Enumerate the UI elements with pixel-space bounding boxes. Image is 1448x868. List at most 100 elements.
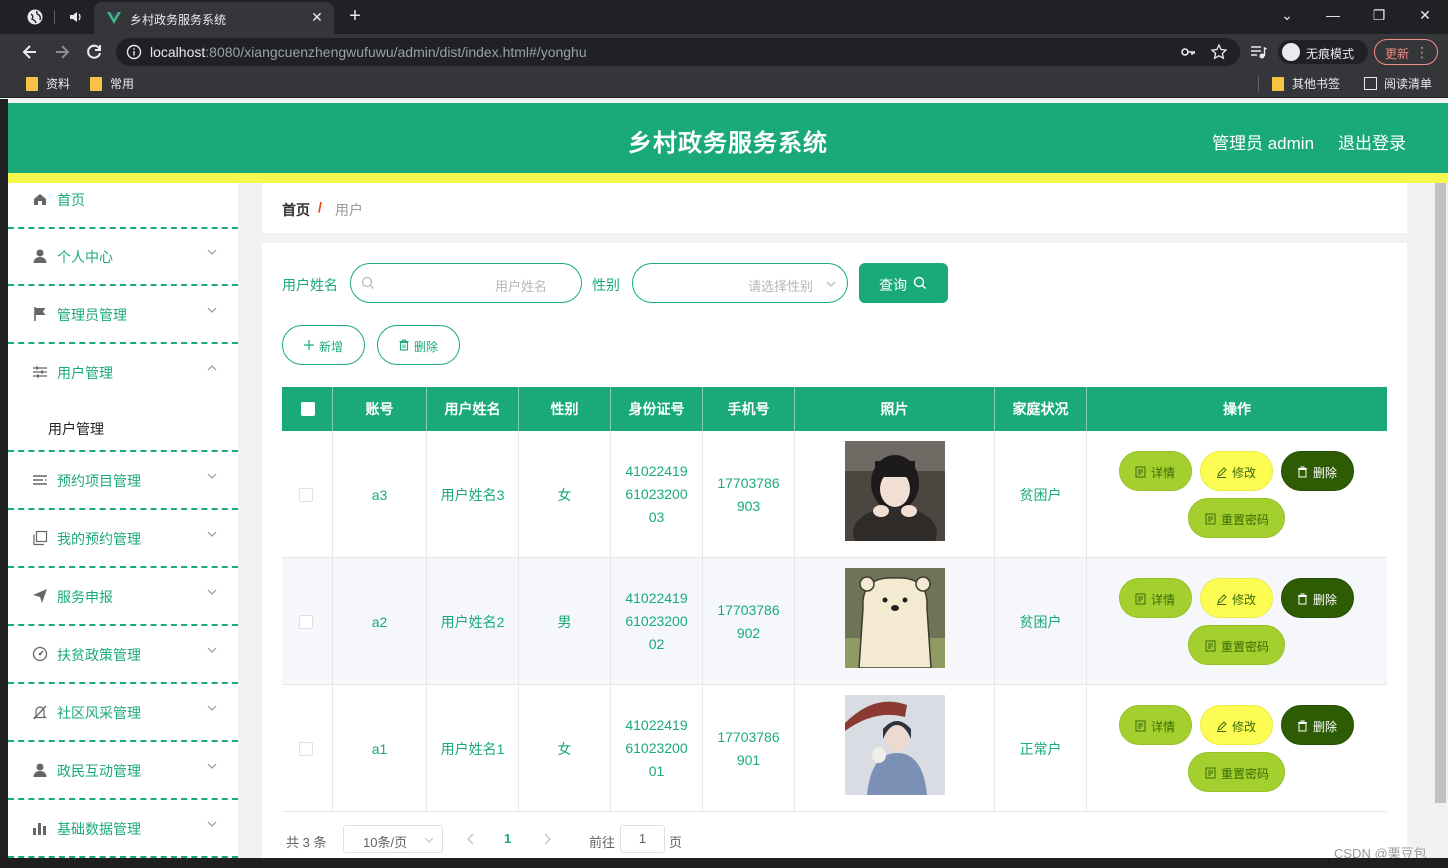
sidebar-item-my-appointments[interactable]: 我的预约管理 [8, 510, 238, 568]
page-size-select[interactable]: 10条/页 [343, 825, 443, 853]
name-cell: 用户姓名2 [427, 558, 519, 685]
close-tab-icon[interactable]: ✕ [308, 8, 326, 26]
sidebar-item-home[interactable]: 首页 [8, 171, 238, 229]
breadcrumb-home[interactable]: 首页 [282, 200, 310, 220]
document-icon [1205, 513, 1216, 525]
photo-cell [795, 685, 995, 812]
row-checkbox[interactable] [299, 488, 313, 502]
page-left-edge [0, 99, 8, 868]
sidebar-item-citizen-interaction[interactable]: 政民互动管理 [8, 742, 238, 800]
logout-link[interactable]: 退出登录 [1338, 129, 1406, 154]
goto-page-input[interactable]: 1 [620, 825, 665, 853]
add-button[interactable]: 新增 [282, 325, 365, 365]
detail-button[interactable]: 详情 [1119, 451, 1192, 491]
media-control-icon[interactable] [1248, 42, 1268, 62]
edit-button[interactable]: 修改 [1200, 451, 1273, 491]
url-text[interactable]: localhost:8080/xiangcuenzhengwufuwu/admi… [150, 44, 587, 60]
column-header[interactable]: 账号 [333, 387, 427, 431]
folder-icon [1272, 77, 1284, 91]
sidebar-item-admin-management[interactable]: 管理员管理 [8, 286, 238, 344]
scrollbar-thumb[interactable] [1435, 183, 1446, 803]
sidebar-item-community-showcase[interactable]: 社区风采管理 [8, 684, 238, 742]
sidebar-item-appointment-projects[interactable]: 预约项目管理 [8, 452, 238, 510]
detail-button[interactable]: 详情 [1119, 705, 1192, 745]
user-photo[interactable] [845, 441, 945, 541]
sidebar-item-personal-center[interactable]: 个人中心 [8, 228, 238, 286]
gender-cell: 男 [519, 558, 611, 685]
column-header[interactable]: 手机号 [703, 387, 795, 431]
bookmark-folder-other[interactable]: 其他书签 [1270, 76, 1340, 92]
update-label: 更新 [1385, 47, 1410, 61]
close-window-icon[interactable]: ✕ [1412, 4, 1438, 26]
document-icon [1205, 640, 1216, 652]
column-header[interactable]: 身份证号 [611, 387, 703, 431]
sliders-icon [33, 366, 47, 378]
speaker-icon[interactable] [66, 8, 84, 26]
batch-delete-button[interactable]: 删除 [377, 325, 460, 365]
delete-button[interactable]: 删除 [1281, 705, 1354, 745]
chevron-down-icon [207, 647, 217, 653]
more-menu-icon[interactable]: ⋮ [1415, 44, 1429, 60]
bookmark-folder-ziliao[interactable]: 资料 [24, 76, 70, 92]
detail-button[interactable]: 详情 [1119, 578, 1192, 618]
query-button[interactable]: 查询 [859, 263, 948, 303]
globe-icon[interactable] [26, 8, 44, 26]
submenu-item-user-management[interactable]: 用户管理 [48, 419, 104, 439]
page-unit-label: 页 [669, 835, 683, 850]
row-checkbox[interactable] [299, 615, 313, 629]
user-photo[interactable] [845, 568, 945, 668]
reload-icon[interactable] [83, 41, 105, 63]
sidebar-item-basic-data[interactable]: 基础数据管理 [8, 800, 238, 858]
reading-list[interactable]: 阅读清单 [1362, 76, 1432, 92]
reset-password-button[interactable]: 重置密码 [1188, 625, 1285, 665]
chevron-down-icon [424, 837, 434, 843]
sidebar-item-service-declaration[interactable]: 服务申报 [8, 568, 238, 626]
key-icon[interactable] [1180, 44, 1196, 60]
forward-icon[interactable] [51, 41, 73, 63]
column-header[interactable]: 用户姓名 [427, 387, 519, 431]
table-row: a2 用户姓名2 男 410224196102320002 1770378690… [282, 558, 1387, 685]
star-icon[interactable] [1210, 43, 1228, 61]
name-search-input[interactable]: 用户姓名 [350, 263, 582, 303]
copy-icon [33, 530, 48, 546]
back-icon[interactable] [19, 41, 41, 63]
update-button[interactable]: 更新 ⋮ [1374, 39, 1438, 65]
row-select-cell [282, 431, 333, 558]
next-page-icon[interactable] [540, 831, 554, 847]
reset-password-button[interactable]: 重置密码 [1188, 752, 1285, 792]
edit-button[interactable]: 修改 [1200, 705, 1273, 745]
pagination-total: 共 3 条 [286, 835, 327, 850]
column-header[interactable]: 照片 [795, 387, 995, 431]
current-page-number[interactable]: 1 [504, 831, 511, 846]
incognito-indicator[interactable]: 无痕模式 [1278, 40, 1368, 64]
sidebar-item-poverty-policy[interactable]: 扶贫政策管理 [8, 626, 238, 684]
photo-cell [795, 558, 995, 685]
active-tab[interactable]: 乡村政务服务系统 ✕ [94, 2, 334, 34]
edit-button[interactable]: 修改 [1200, 578, 1273, 618]
column-header[interactable]: 操作 [1087, 387, 1387, 431]
tab-search-icon[interactable]: ⌄ [1274, 4, 1300, 26]
user-icon [33, 763, 47, 777]
bookmark-label: 资料 [46, 77, 71, 91]
restore-icon[interactable]: ❐ [1366, 4, 1392, 26]
address-bar[interactable]: localhost:8080/xiangcuenzhengwufuwu/admi… [116, 38, 1240, 66]
column-header[interactable]: 性别 [519, 387, 611, 431]
new-tab-icon[interactable]: + [344, 5, 366, 27]
prev-page-icon[interactable] [464, 831, 478, 847]
document-icon [1135, 466, 1146, 478]
delete-button[interactable]: 删除 [1281, 451, 1354, 491]
select-all-checkbox[interactable] [301, 402, 315, 416]
row-checkbox[interactable] [299, 742, 313, 756]
reset-password-button[interactable]: 重置密码 [1188, 498, 1285, 538]
bookmark-folder-changyong[interactable]: 常用 [88, 76, 134, 92]
column-header[interactable]: 家庭状况 [995, 387, 1087, 431]
user-photo[interactable] [845, 695, 945, 795]
page-scrollbar[interactable] [1433, 183, 1448, 868]
sidebar-item-user-management[interactable]: 用户管理 用户管理 [8, 344, 238, 452]
info-icon[interactable] [126, 44, 142, 60]
delete-button[interactable]: 删除 [1281, 578, 1354, 618]
minimize-icon[interactable]: — [1320, 4, 1346, 26]
gender-select[interactable]: 请选择性别 [632, 263, 848, 303]
sidebar-item-label: 基础数据管理 [57, 821, 141, 837]
sidebar-item-label: 个人中心 [57, 249, 113, 265]
